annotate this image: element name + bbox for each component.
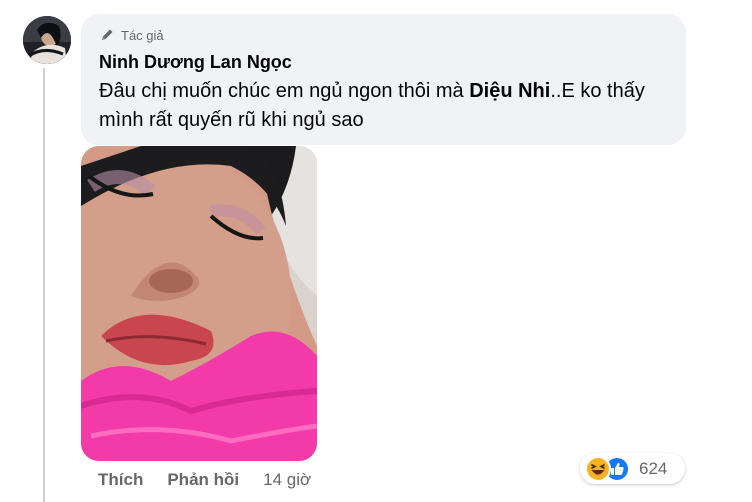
author-name[interactable]: Ninh Dương Lan Ngọc xyxy=(99,52,292,73)
comment-photo[interactable] xyxy=(81,146,317,461)
avatar[interactable] xyxy=(23,16,71,64)
reaction-icons xyxy=(583,455,633,483)
reactions-summary[interactable]: 624 xyxy=(580,453,685,484)
pen-icon xyxy=(99,27,115,43)
author-badge: Tác giả xyxy=(99,26,164,44)
like-button[interactable]: Thích xyxy=(98,470,143,490)
badge-label: Tác giả xyxy=(121,27,164,43)
haha-reaction-icon xyxy=(585,455,611,482)
reaction-count: 624 xyxy=(639,458,668,478)
timestamp[interactable]: 14 giờ xyxy=(263,470,311,490)
comment-text: Đâu chị muốn chúc em ngủ ngon thôi mà Di… xyxy=(99,77,669,135)
mention-link[interactable]: Diệu Nhi xyxy=(469,80,550,102)
comment-text-start: Đâu chị muốn chúc em ngủ ngon thôi mà xyxy=(99,80,470,102)
comment-actions: Thích Phản hồi 14 giờ xyxy=(98,468,311,492)
thread-line xyxy=(43,68,45,502)
reply-button[interactable]: Phản hồi xyxy=(167,470,239,490)
